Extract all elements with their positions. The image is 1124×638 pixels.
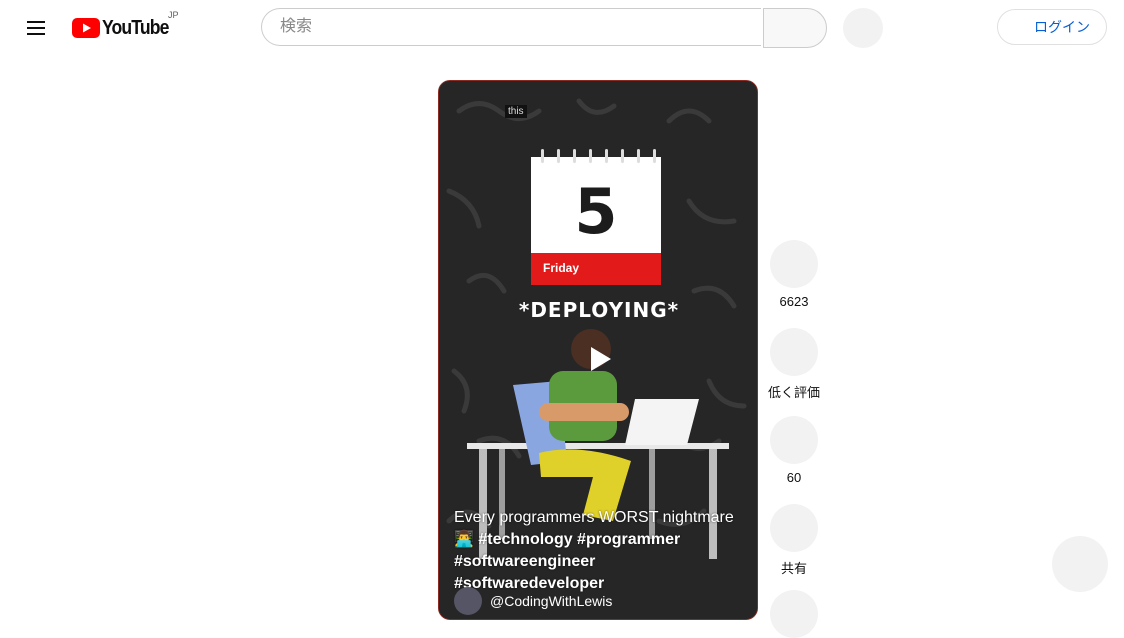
voice-search-button[interactable] [843,8,883,48]
calendar-ring [541,149,544,163]
remix-action [768,590,820,638]
more-button[interactable] [770,590,818,638]
hashtags-line-1[interactable]: #technology #programmer [478,531,680,548]
dislike-action: 低く評価 [768,328,820,401]
search-button[interactable] [763,8,827,48]
search-box [261,8,761,46]
channel-row[interactable]: @CodingWithLewis [454,587,612,615]
youtube-logo[interactable]: YouTube JP [72,10,179,40]
comments-count: 60 [786,470,802,485]
calendar-ring [653,149,656,163]
comments-action: 60 [768,416,820,485]
overlay-caption: this [505,105,527,118]
share-button[interactable] [770,504,818,552]
login-label: ログイン [1034,19,1090,35]
programmer-emoji-icon: 👨‍💻 [454,531,474,548]
channel-avatar[interactable] [454,587,482,615]
calendar-weekday: Friday [543,261,580,275]
calendar-ring [589,149,592,163]
comments-button[interactable] [770,416,818,464]
video-title-text: Every programmers WORST nightmare [454,509,734,526]
calendar-ring [557,149,560,163]
calendar-graphic: 5 Friday [531,149,661,285]
calendar-ring [573,149,576,163]
like-action: 6623 [768,240,820,309]
calendar-day-number: 5 [574,175,618,248]
youtube-play-logo-icon [72,18,100,38]
share-label: 共有 [780,561,807,576]
next-short-button[interactable] [1052,536,1108,592]
like-count: 6623 [779,294,809,309]
menu-icon-bar [27,21,45,23]
channel-name[interactable]: @CodingWithLewis [490,593,612,609]
shorts-video-player[interactable]: this 5 Friday *DEPLOYING* Every programm… [438,80,758,620]
like-button[interactable] [770,240,818,288]
logo-wordmark: YouTube [102,16,169,39]
region-code: JP [168,10,179,20]
dislike-button[interactable] [770,328,818,376]
calendar-ring [605,149,608,163]
play-icon[interactable] [579,339,619,379]
calendar-ring [621,149,624,163]
dislike-label: 低く評価 [767,385,820,400]
video-hashtags: 👨‍💻 #technology #programmer [454,529,749,551]
search-input[interactable] [278,17,761,37]
calendar-ring [637,149,640,163]
menu-icon-bar [27,33,45,35]
guide-menu-button[interactable] [16,8,56,48]
video-title[interactable]: Every programmers WORST nightmare 👨‍💻 #t… [454,507,749,595]
scene-text: *DEPLOYING* [518,298,680,322]
menu-icon-bar [27,27,45,29]
share-action: 共有 [768,504,820,577]
login-button[interactable]: ログイン [997,9,1107,45]
